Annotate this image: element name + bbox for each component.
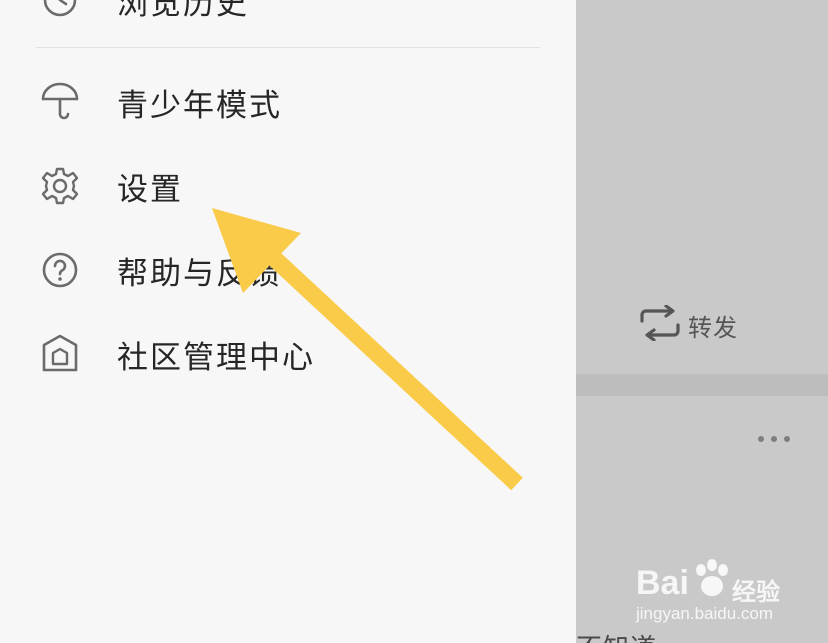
menu-label-settings: 设置 xyxy=(117,171,183,208)
menu-divider xyxy=(36,47,540,48)
more-dots-icon[interactable] xyxy=(758,430,790,448)
repost-icon xyxy=(638,304,682,345)
repost-label: 转发 xyxy=(688,313,738,342)
umbrella-icon xyxy=(40,82,80,122)
menu-item-community-center[interactable]: 社区管理中心 xyxy=(0,314,576,394)
menu-label-history: 浏览历史 xyxy=(117,0,249,22)
menu-label-help-feedback: 帮助与反馈 xyxy=(117,255,282,292)
paw-icon xyxy=(696,559,728,596)
menu-label-teen-mode: 青少年模式 xyxy=(117,87,282,124)
watermark-brand-suffix: 经验 xyxy=(732,578,780,606)
feed-separator xyxy=(576,374,828,396)
shield-home-icon xyxy=(40,334,80,374)
menu-item-history[interactable]: 浏览历史 xyxy=(0,0,576,40)
menu-item-help-feedback[interactable]: 帮助与反馈 xyxy=(0,230,576,310)
watermark-brand: Bai xyxy=(636,564,689,602)
menu-item-settings[interactable]: 设置 xyxy=(0,146,576,226)
history-clock-icon xyxy=(40,0,80,20)
menu-item-teen-mode[interactable]: 青少年模式 xyxy=(0,62,576,142)
baidu-jingyan-watermark: Bai 经验 jingyan.baidu.com xyxy=(636,556,816,626)
side-drawer: 浏览历史 青少年模式 设置 帮助与反馈 社区管理中心 xyxy=(0,0,576,643)
question-circle-icon xyxy=(40,250,80,290)
menu-label-community-center: 社区管理中心 xyxy=(117,339,315,376)
gear-icon xyxy=(40,166,80,206)
watermark-url: jingyan.baidu.com xyxy=(636,604,774,623)
repost-button[interactable]: 转发 xyxy=(638,304,738,345)
screen: 转发 不知道 Bai 经验 jingyan.baidu.com 浏览历史 xyxy=(0,0,828,643)
post-partial-text: 不知道 xyxy=(576,628,828,643)
